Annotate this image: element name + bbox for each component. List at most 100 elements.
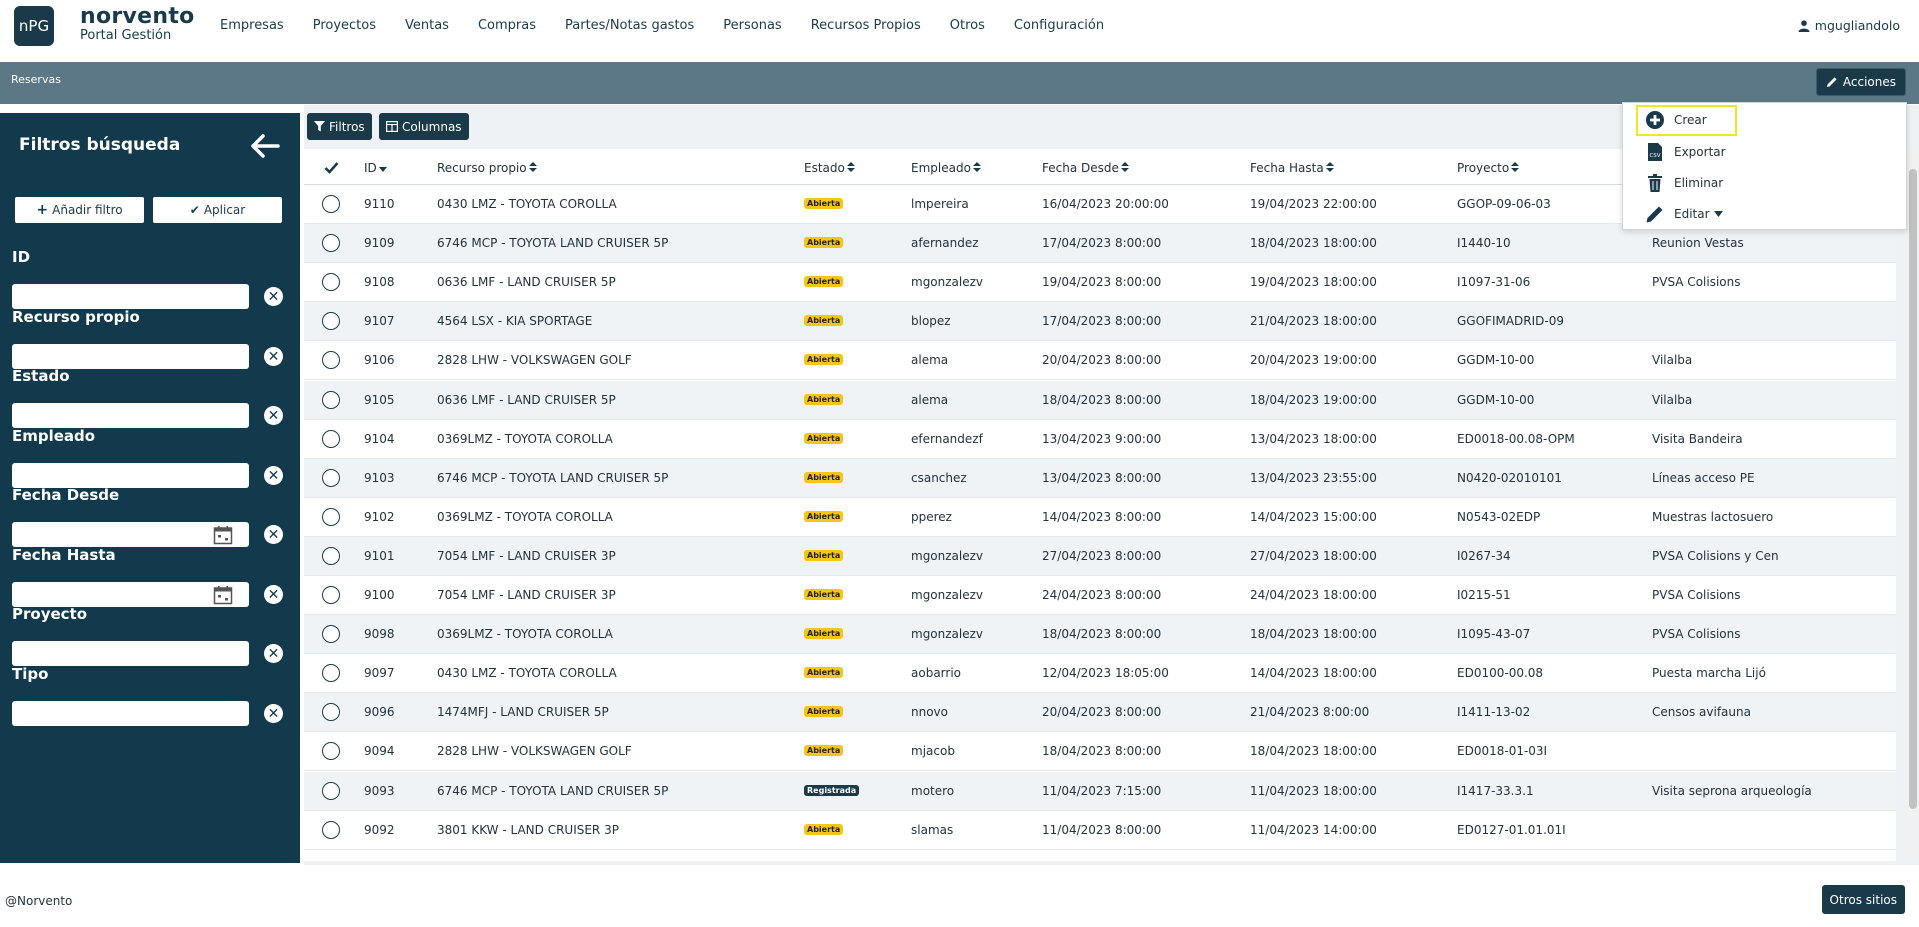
scrollbar-thumb[interactable] <box>1909 169 1917 809</box>
column-header-estado[interactable]: Estado <box>804 161 855 175</box>
row-select-radio[interactable] <box>322 664 340 683</box>
table-row[interactable]: 9096 1474MFJ - LAND CRUISER 5P Abierta nnov… <box>304 693 1896 733</box>
nav-item-proyectos[interactable]: Proyectos <box>313 18 376 33</box>
calendar-icon[interactable] <box>213 525 233 545</box>
row-select-radio[interactable] <box>322 781 340 800</box>
table-scrollbar[interactable] <box>1907 149 1919 861</box>
row-select-radio[interactable] <box>322 273 340 292</box>
cell-desde: 20/04/2023 8:00:00 <box>1042 705 1162 720</box>
row-select-radio[interactable] <box>322 625 340 644</box>
table-row[interactable]: 9093 6746 MCP - TOYOTA LAND CRUISER 5P Reg… <box>304 771 1896 811</box>
table-row[interactable]: 9108 0636 LMF - LAND CRUISER 5P Abierta mgo… <box>304 263 1896 303</box>
app-logo[interactable]: nPG <box>14 6 54 46</box>
status-badge: Abierta <box>804 354 844 366</box>
clear-filter-icon[interactable]: ✕ <box>264 466 283 485</box>
row-select-radio[interactable] <box>322 586 340 604</box>
cell-recurso: 4564 LSX - KIA SPORTAGE <box>437 314 593 329</box>
sort-icon <box>528 162 537 172</box>
cell-proyecto: I0215-51 <box>1457 588 1511 602</box>
nav-item-empresas[interactable]: Empresas <box>220 18 284 33</box>
filter-input-recurso-propio[interactable] <box>12 344 249 369</box>
nav-item-ventas[interactable]: Ventas <box>405 18 449 33</box>
table-row[interactable]: 9105 0636 LMF - LAND CRUISER 5P Abierta ale… <box>304 380 1896 420</box>
nav-item-otros[interactable]: Otros <box>950 18 985 33</box>
clear-filter-icon[interactable]: ✕ <box>264 585 283 604</box>
table-row[interactable]: 9106 2828 LHW - VOLKSWAGEN GOLF Abierta ale… <box>304 341 1896 381</box>
table-row[interactable]: 9107 4564 LSX - KIA SPORTAGE Abierta blopez… <box>304 302 1896 342</box>
calendar-icon[interactable] <box>213 585 233 605</box>
nav-item-configuraci-n[interactable]: Configuración <box>1014 18 1104 33</box>
cell-hasta: 21/04/2023 8:00:00 <box>1250 705 1370 720</box>
filter-input-estado[interactable] <box>12 403 249 428</box>
row-select-radio[interactable] <box>322 468 340 487</box>
nav-item-personas[interactable]: Personas <box>723 18 781 33</box>
add-filter-button[interactable]: + Añadir filtro <box>15 197 144 223</box>
filter-label-tipo: Tipo <box>12 665 49 683</box>
filters-toggle-button[interactable]: Filtros <box>307 113 372 140</box>
column-header-fecha-desde[interactable]: Fecha Desde <box>1042 161 1129 175</box>
cell-desde: 13/04/2023 9:00:00 <box>1042 431 1162 446</box>
menu-item-crear[interactable]: Crear <box>1645 108 1707 132</box>
row-select-radio[interactable] <box>322 820 340 839</box>
table-row[interactable]: 9104 0369LMZ - TOYOTA COROLLA Abierta efern… <box>304 420 1896 459</box>
row-select-radio[interactable] <box>322 429 340 448</box>
table-row[interactable]: 9102 0369LMZ - TOYOTA COROLLA Abierta ppere… <box>304 498 1896 537</box>
cell-hasta: 21/04/2023 18:00:00 <box>1250 314 1377 329</box>
cell-desde: 27/04/2023 8:00:00 <box>1042 548 1162 563</box>
cell-empleado: efernandezf <box>911 431 983 446</box>
row-select-radio[interactable] <box>322 390 340 409</box>
row-select-radio[interactable] <box>322 351 340 370</box>
brand[interactable]: norvento Portal Gestión <box>80 6 195 44</box>
otros-sitios-button[interactable]: Otros sitios <box>1821 885 1905 914</box>
apply-filter-button[interactable]: ✔ Aplicar <box>153 197 282 223</box>
filter-input-empleado[interactable] <box>12 463 249 488</box>
menu-label-eliminar: Eliminar <box>1674 176 1724 190</box>
clear-filter-icon[interactable]: ✕ <box>264 644 283 663</box>
table-row[interactable]: 9092 3801 KKW - LAND CRUISER 3P Abierta sla… <box>304 811 1896 850</box>
filter-input-tipo[interactable] <box>12 701 249 726</box>
row-select-radio[interactable] <box>322 312 340 331</box>
acciones-button[interactable]: Acciones <box>1815 68 1906 96</box>
row-select-radio[interactable] <box>322 195 340 213</box>
column-header-label: Fecha Desde <box>1042 161 1119 175</box>
row-select-radio[interactable] <box>322 546 340 565</box>
nav-item-compras[interactable]: Compras <box>478 18 536 33</box>
cell-hasta: 11/04/2023 14:00:00 <box>1250 822 1377 837</box>
filter-input-proyecto[interactable] <box>12 641 249 666</box>
column-header-fecha-hasta[interactable]: Fecha Hasta <box>1250 161 1334 175</box>
row-select-radio[interactable] <box>322 703 340 722</box>
table-row[interactable]: 9098 0369LMZ - TOYOTA COROLLA Abierta mgonz… <box>304 615 1896 655</box>
filter-input-id[interactable] <box>12 284 249 309</box>
column-header-empleado[interactable]: Empleado <box>911 161 981 175</box>
menu-item-editar[interactable]: Editar <box>1645 202 1723 226</box>
table-row[interactable]: 9100 7054 LMF - LAND CRUISER 3P Abierta mgo… <box>304 576 1896 615</box>
select-all-check-icon[interactable] <box>324 161 339 174</box>
row-select-radio[interactable] <box>322 507 340 526</box>
menu-item-exportar[interactable]: CSV Exportar <box>1645 140 1726 164</box>
back-arrow-icon[interactable] <box>250 133 280 159</box>
clear-filter-icon[interactable]: ✕ <box>264 406 283 425</box>
cell-hasta: 14/04/2023 18:00:00 <box>1250 666 1377 681</box>
column-header-id[interactable]: ID <box>364 161 387 175</box>
table-row[interactable]: 9101 7054 LMF - LAND CRUISER 3P Abierta mgo… <box>304 536 1896 576</box>
column-header-recurso-propio[interactable]: Recurso propio <box>437 161 537 175</box>
row-select-radio[interactable] <box>322 742 340 761</box>
clear-filter-icon[interactable]: ✕ <box>264 525 283 544</box>
table-row[interactable]: 9097 0430 LMZ - TOYOTA COROLLA Abierta aoba… <box>304 654 1896 694</box>
cell-empleado: slamas <box>911 822 954 837</box>
table-row[interactable]: 9094 2828 LHW - VOLKSWAGEN GOLF Abierta mja… <box>304 732 1896 772</box>
clear-filter-icon[interactable]: ✕ <box>264 704 283 723</box>
row-select-radio[interactable] <box>322 234 340 253</box>
cell-id: 9096 <box>364 705 395 720</box>
clear-filter-icon[interactable]: ✕ <box>264 347 283 366</box>
table-row[interactable]: 9103 6746 MCP - TOYOTA LAND CRUISER 5P Abi… <box>304 458 1896 498</box>
user-menu[interactable]: mgugliandolo <box>1798 18 1900 33</box>
clear-filter-icon[interactable]: ✕ <box>264 287 283 306</box>
column-header-proyecto[interactable]: Proyecto <box>1457 161 1520 175</box>
cell-empleado: blopez <box>911 314 951 329</box>
nav-item-recursos-propios[interactable]: Recursos Propios <box>811 18 921 33</box>
menu-item-eliminar[interactable]: Eliminar <box>1645 171 1723 195</box>
nav-item-partes-notas-gastos[interactable]: Partes/Notas gastos <box>565 18 694 33</box>
apply-label: Aplicar <box>203 203 246 217</box>
columns-button[interactable]: Columnas <box>379 113 469 140</box>
